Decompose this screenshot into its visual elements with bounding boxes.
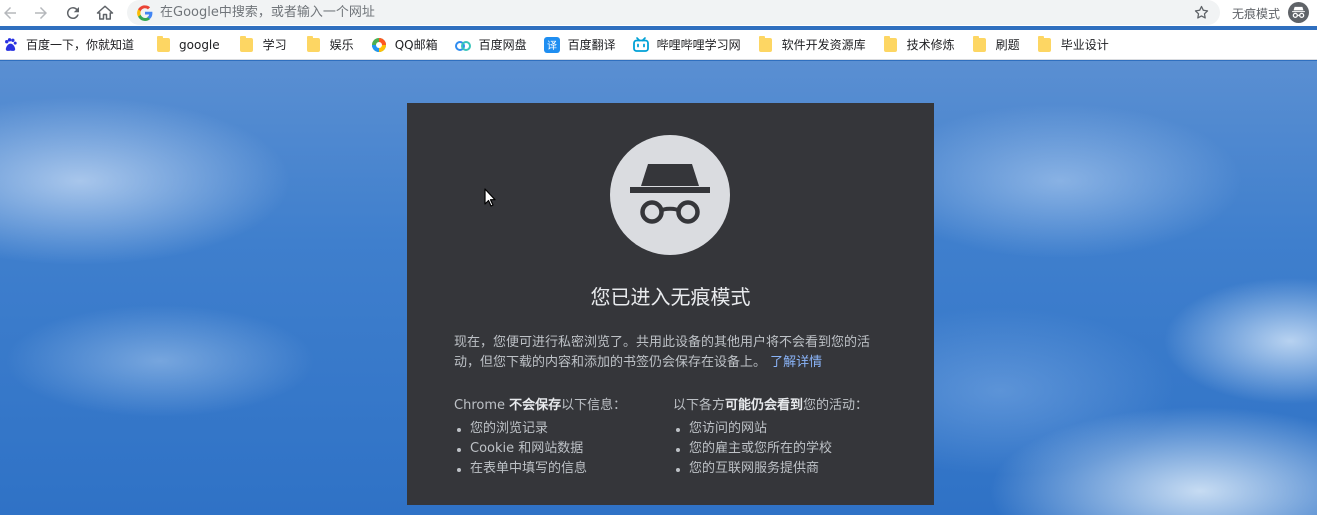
- omnibox-input[interactable]: [160, 5, 1140, 20]
- incognito-avatar[interactable]: [1288, 2, 1309, 23]
- list-item: 您的雇主或您所在的学校: [673, 439, 903, 459]
- svg-text:译: 译: [547, 40, 557, 52]
- list-item: 您访问的网站: [673, 419, 903, 439]
- baidu-paw-icon: [2, 37, 18, 53]
- forward-button[interactable]: [25, 0, 57, 26]
- bookmark-folder-entertainment[interactable]: 娱乐: [294, 33, 361, 57]
- bookmark-baidu[interactable]: 百度一下，你就知道: [2, 33, 141, 57]
- bilibili-icon: [632, 37, 649, 53]
- list-item: 您的互联网服务提供商: [673, 459, 903, 479]
- incognito-icon: [1292, 6, 1305, 18]
- not-saved-list: 您的浏览记录 Cookie 和网站数据 在表单中填写的信息: [454, 419, 664, 479]
- bookmark-baidu-netdisk[interactable]: 百度网盘: [445, 33, 534, 57]
- omnibox[interactable]: [127, 0, 1220, 25]
- incognito-illustration: [610, 135, 730, 255]
- bookmark-baidu-translate[interactable]: 译 百度翻译: [534, 33, 623, 57]
- bookmark-label: 娱乐: [329, 38, 354, 52]
- back-button[interactable]: [0, 0, 26, 26]
- heading-suffix: 以下信息：: [561, 398, 627, 413]
- list-item: 在表单中填写的信息: [454, 459, 664, 479]
- bookmark-label: 刷题: [995, 38, 1020, 52]
- bookmark-folder-tech-practice[interactable]: 技术修炼: [873, 33, 962, 57]
- heading-prefix: Chrome: [454, 398, 510, 413]
- incognito-title: 您已进入无痕模式: [590, 285, 751, 309]
- google-g-icon: [137, 4, 153, 21]
- list-item: Cookie 和网站数据: [454, 439, 664, 459]
- heading-bold: 可能仍会看到: [725, 398, 804, 413]
- bookmark-label: 技术修炼: [906, 38, 955, 52]
- arrow-right-icon: [35, 7, 47, 19]
- bookmark-folder-exercises[interactable]: 刷题: [962, 33, 1027, 57]
- bookmark-label: 哔哩哔哩学习网: [656, 38, 741, 52]
- bookmark-label: 百度网盘: [478, 38, 527, 52]
- folder-icon: [1037, 35, 1053, 53]
- incognito-profile-label[interactable]: 无痕模式: [1232, 5, 1280, 22]
- bookmark-label: 软件开发资源库: [781, 38, 866, 52]
- bookmark-star-icon[interactable]: [1193, 4, 1210, 21]
- arrow-left-icon: [4, 7, 16, 19]
- bookmark-label: 学习: [262, 38, 287, 52]
- heading-bold: 不会保存: [509, 398, 562, 413]
- home-button[interactable]: [89, 0, 121, 26]
- baidu-netdisk-icon: [454, 37, 471, 53]
- bookmark-folder-study[interactable]: 学习: [227, 33, 294, 57]
- bookmark-qq-mail[interactable]: QQ邮箱: [361, 33, 445, 57]
- folder-icon: [758, 35, 774, 53]
- not-saved-section: Chrome 不会保存以下信息： 您的浏览记录 Cookie 和网站数据 在表单…: [454, 398, 664, 479]
- translate-icon: 译: [543, 36, 560, 53]
- incognito-spy-icon: [630, 164, 710, 224]
- new-tab-page: 您已进入无痕模式 现在，您便可进行私密浏览了。共用此设备的其他用户将不会看到您的…: [0, 61, 1317, 515]
- heading-prefix: 以下各方: [673, 398, 726, 413]
- learn-more-link[interactable]: 了解详情: [770, 355, 822, 370]
- bookmark-folder-google[interactable]: google: [141, 33, 227, 57]
- bookmark-folder-dev-resources[interactable]: 软件开发资源库: [748, 33, 873, 57]
- bookmark-label: 毕业设计: [1060, 38, 1109, 52]
- folder-icon: [883, 35, 899, 53]
- incognito-intro: 现在，您便可进行私密浏览了。共用此设备的其他用户将不会看到您的活动，但您下载的内…: [454, 333, 894, 373]
- browser-toolbar: 无痕模式: [0, 0, 1317, 26]
- folder-icon: [972, 35, 988, 53]
- folder-icon: [155, 35, 171, 53]
- mouse-pointer-icon: [484, 188, 496, 207]
- may-see-heading: 以下各方可能仍会看到您的活动：: [673, 398, 903, 414]
- home-icon: [96, 5, 114, 20]
- may-see-section: 以下各方可能仍会看到您的活动： 您访问的网站 您的雇主或您所在的学校 您的互联网…: [673, 398, 903, 479]
- bookmark-label: QQ邮箱: [394, 38, 438, 52]
- may-see-list: 您访问的网站 您的雇主或您所在的学校 您的互联网服务提供商: [673, 419, 903, 479]
- heading-suffix: 您的活动：: [803, 398, 869, 413]
- list-item: 您的浏览记录: [454, 419, 664, 439]
- qq-mail-icon: [371, 37, 387, 53]
- bookmark-bilibili[interactable]: 哔哩哔哩学习网: [623, 33, 748, 57]
- bookmark-folder-graduation-project[interactable]: 毕业设计: [1027, 33, 1116, 57]
- incognito-card: 您已进入无痕模式 现在，您便可进行私密浏览了。共用此设备的其他用户将不会看到您的…: [407, 103, 934, 505]
- bookmark-label: 百度一下，你就知道: [26, 38, 135, 52]
- reload-icon: [66, 7, 79, 20]
- bookmarks-bar: 百度一下，你就知道 google 学习 娱乐 QQ邮箱 百度网盘 译 百度翻译 …: [0, 30, 1317, 60]
- reload-button[interactable]: [57, 0, 89, 26]
- not-saved-heading: Chrome 不会保存以下信息：: [454, 398, 664, 414]
- bookmark-label: 百度翻译: [567, 38, 616, 52]
- folder-icon: [239, 35, 255, 53]
- folder-icon: [306, 35, 322, 53]
- bookmark-label: google: [179, 37, 220, 52]
